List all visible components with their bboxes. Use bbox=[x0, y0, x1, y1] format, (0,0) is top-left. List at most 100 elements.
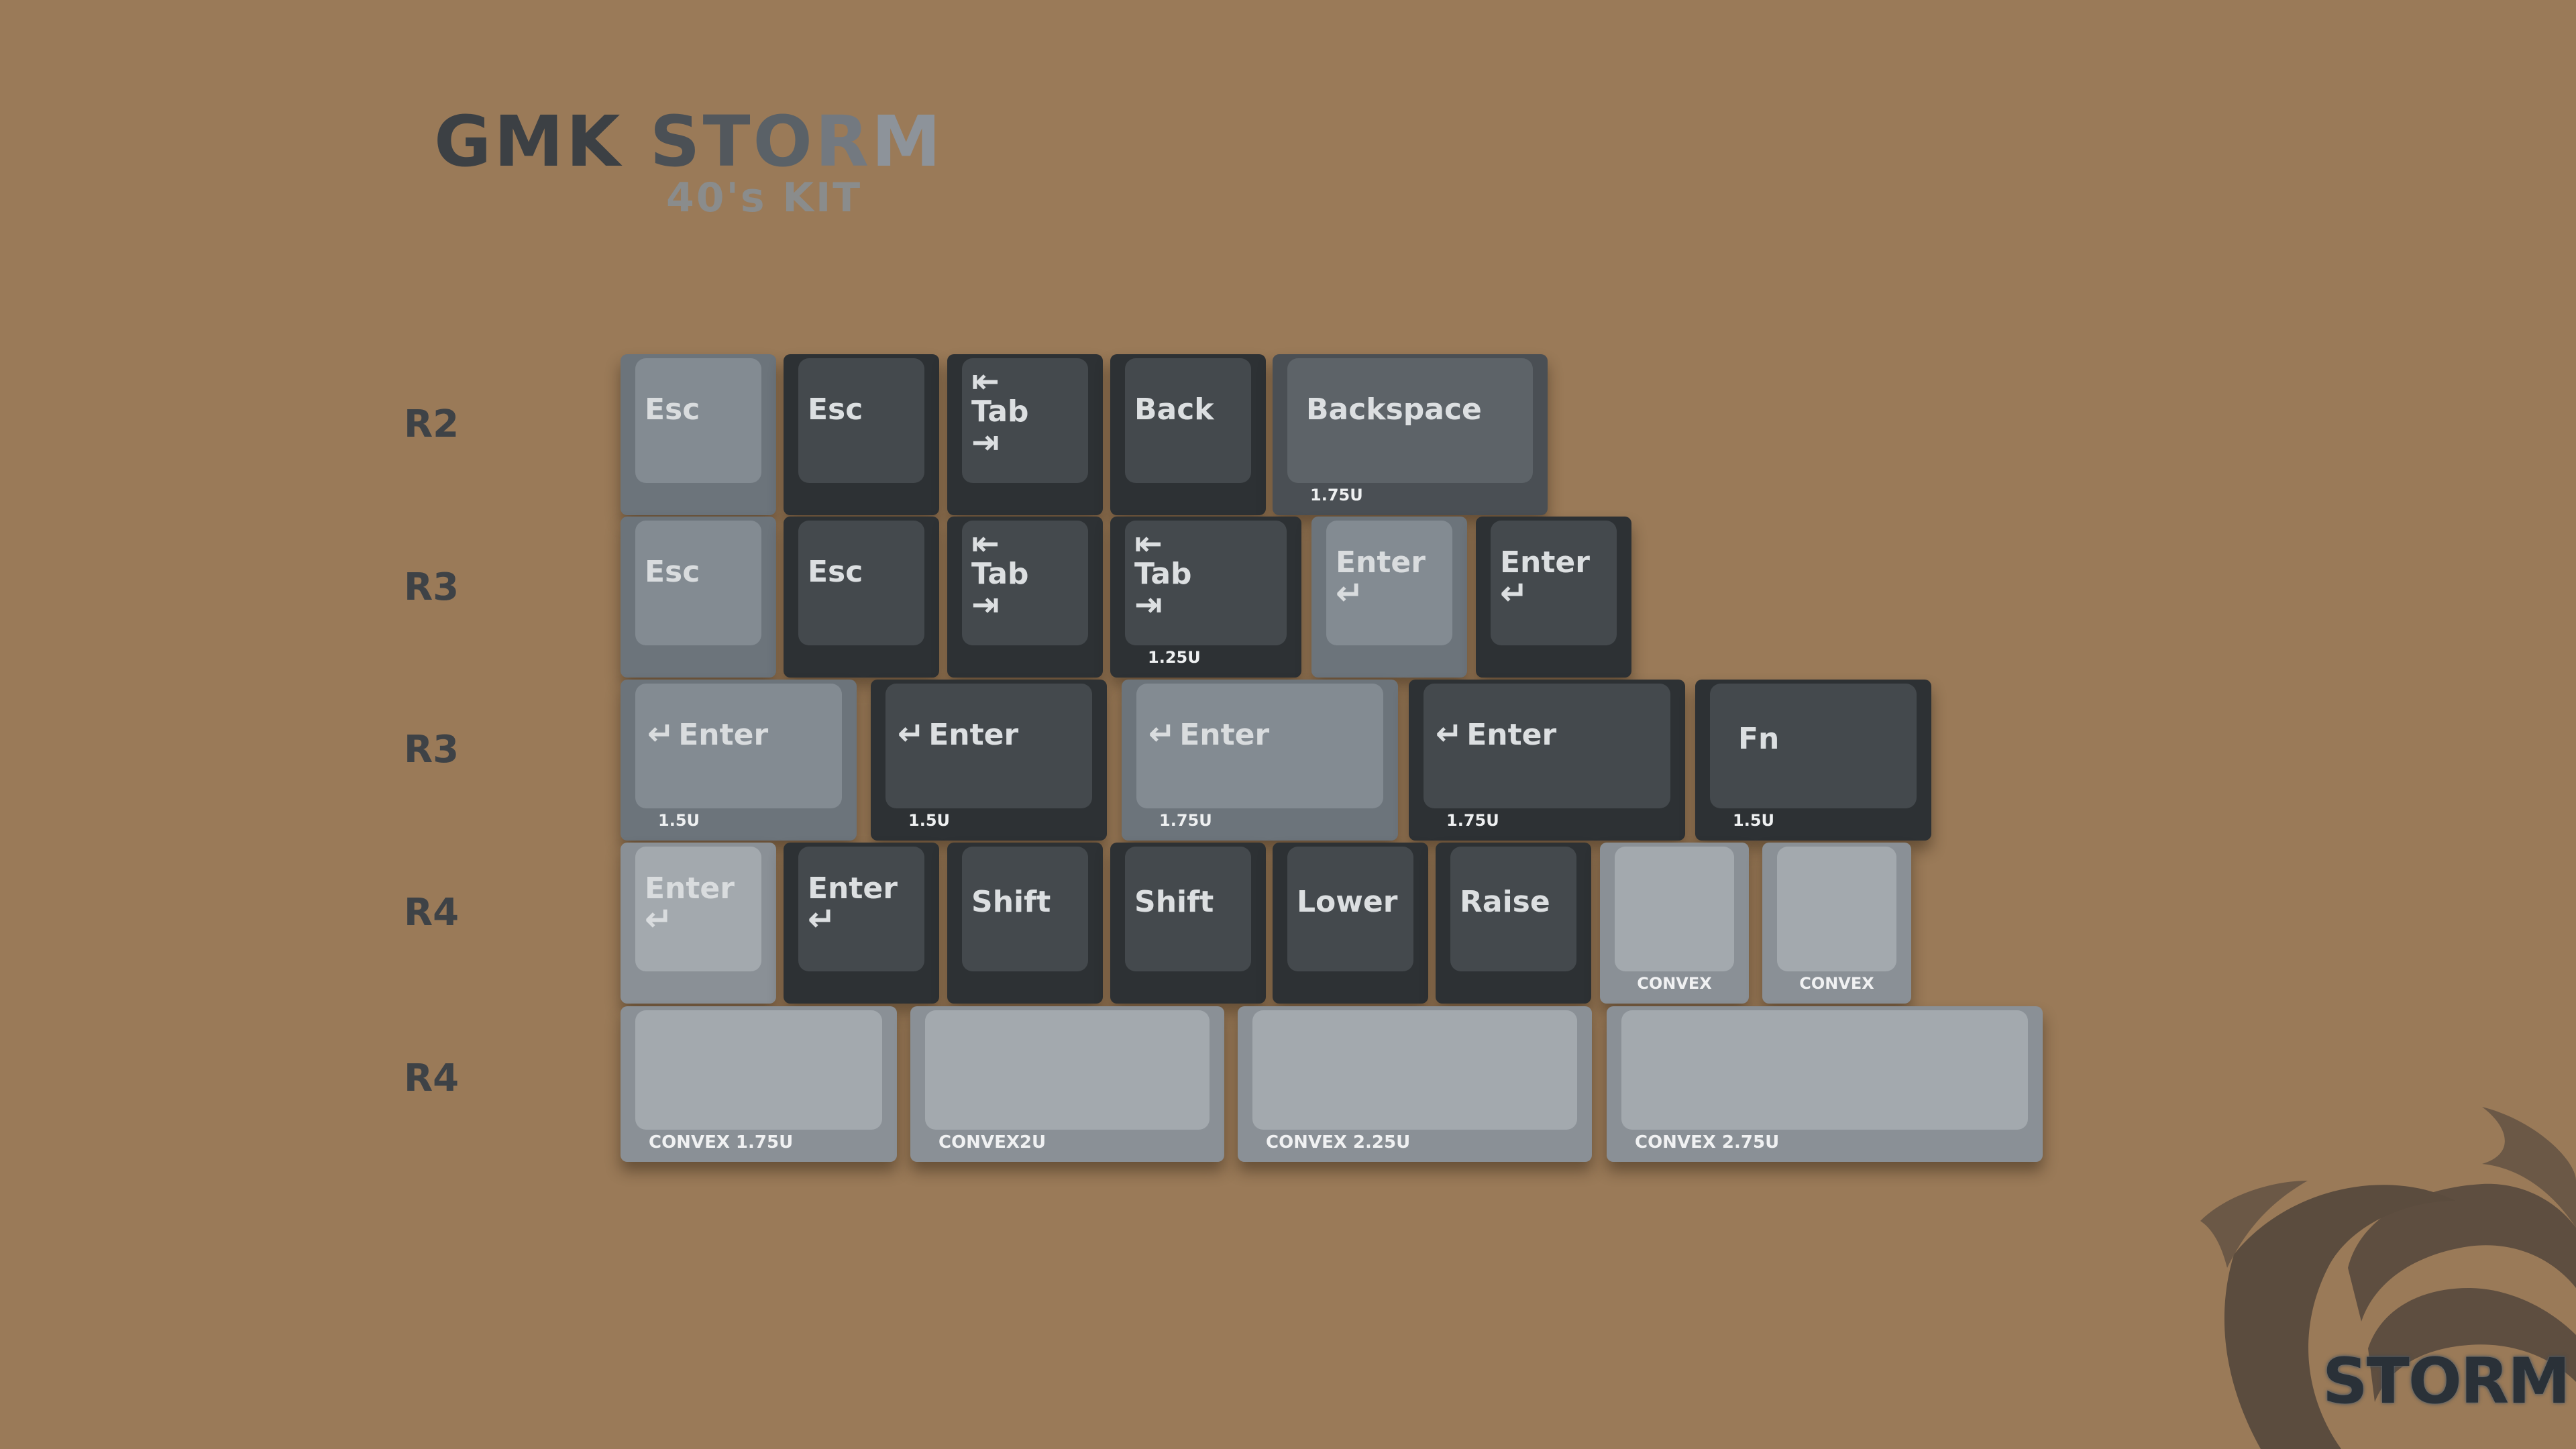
keycap: Enter ↵ bbox=[1311, 517, 1467, 678]
legend-text: Shift bbox=[971, 885, 1051, 919]
legend-text: Esc bbox=[808, 555, 863, 589]
legend-text: Fn bbox=[1738, 722, 1780, 756]
legend-text: Enter bbox=[678, 718, 769, 752]
keycap-legend: Enter ↵ bbox=[1336, 547, 1426, 613]
keycap: CONVEX 2.75U bbox=[1607, 1006, 2043, 1162]
keycap: Back bbox=[1110, 354, 1266, 515]
title-letter: R bbox=[814, 101, 872, 182]
keycap: ↵ Enter 1.75U bbox=[1409, 680, 1685, 841]
tab-right-arrow-icon: ⇥ bbox=[971, 585, 1000, 625]
storm-brand-logo: STORM bbox=[2322, 1345, 2571, 1418]
legend-text: Lower bbox=[1297, 885, 1398, 919]
keycap-legend: Esc bbox=[808, 555, 863, 589]
legend-text: Enter bbox=[1179, 718, 1270, 752]
keycap-legend: Shift bbox=[1134, 885, 1214, 919]
return-arrow-icon: ↵ bbox=[1336, 574, 1364, 613]
keycap: Raise bbox=[1436, 843, 1591, 1004]
keycap-legend: Enter ↵ bbox=[1500, 547, 1590, 613]
keycap: Shift bbox=[947, 843, 1103, 1004]
keycap: ⇤ Tab ⇥ bbox=[947, 517, 1103, 678]
keycap: Shift bbox=[1110, 843, 1266, 1004]
keycap-legend: Lower bbox=[1297, 885, 1398, 919]
return-arrow-icon: ↵ bbox=[647, 715, 675, 753]
keycap-top bbox=[1621, 1010, 2028, 1130]
keycap-top bbox=[1615, 847, 1734, 971]
tab-left-arrow-icon: ⇤ bbox=[1134, 524, 1163, 563]
keycap-size-label: 1.75U bbox=[1159, 811, 1212, 830]
keycap-legend: Enter ↵ bbox=[808, 873, 898, 939]
title-letter: T bbox=[702, 101, 753, 182]
keycap-legend: Esc bbox=[645, 556, 700, 588]
keycap-legend: Esc bbox=[808, 394, 863, 425]
keycap: ↵ Enter 1.75U bbox=[1122, 680, 1398, 841]
keycap-legend: ↵ Enter bbox=[647, 717, 768, 751]
return-arrow-icon: ↵ bbox=[898, 715, 925, 753]
row-label: R3 bbox=[404, 728, 460, 771]
return-arrow-icon: ↵ bbox=[645, 900, 673, 939]
legend-text: Esc bbox=[808, 392, 863, 427]
keycap: Enter ↵ bbox=[784, 843, 939, 1004]
tab-right-arrow-icon: ⇥ bbox=[1134, 585, 1163, 625]
legend-text: Esc bbox=[645, 392, 700, 427]
keycap-size-label: CONVEX bbox=[1799, 974, 1874, 993]
keycap: Esc bbox=[784, 517, 939, 678]
keycap-size-label: 1.75U bbox=[1310, 486, 1363, 504]
title-storm: STORM bbox=[650, 101, 944, 182]
keycap: Esc bbox=[621, 517, 776, 678]
legend-text: Back bbox=[1134, 392, 1214, 427]
keycap: Esc bbox=[621, 354, 776, 515]
keycap: Enter ↵ bbox=[621, 843, 776, 1004]
keycap-top bbox=[635, 1010, 882, 1130]
legend-text: Enter bbox=[928, 718, 1019, 752]
keycap-size-label: CONVEX bbox=[1637, 974, 1712, 993]
row-label: R4 bbox=[404, 891, 460, 934]
keycap: CONVEX bbox=[1762, 843, 1911, 1004]
keycap: CONVEX 2.25U bbox=[1238, 1006, 1592, 1162]
keycap: Backspace 1.75U bbox=[1273, 354, 1548, 515]
keycap: ↵ Enter 1.5U bbox=[621, 680, 857, 841]
keycap: CONVEX2U bbox=[910, 1006, 1224, 1162]
return-arrow-icon: ↵ bbox=[1148, 715, 1176, 753]
tab-left-arrow-icon: ⇤ bbox=[971, 524, 1000, 563]
kit-subtitle: 40's KIT bbox=[666, 174, 863, 221]
keycap-legend: ⇤ Tab ⇥ bbox=[971, 524, 1029, 625]
keycap-size-label: CONVEX 2.25U bbox=[1266, 1132, 1411, 1152]
keycap: CONVEX bbox=[1600, 843, 1749, 1004]
keycap-size-label: CONVEX2U bbox=[938, 1132, 1046, 1152]
keycap-size-label: CONVEX 2.75U bbox=[1635, 1132, 1780, 1152]
keycap-top bbox=[1777, 847, 1896, 971]
keycap-legend: Raise bbox=[1460, 885, 1550, 919]
return-arrow-icon: ↵ bbox=[808, 900, 836, 939]
keycap-top bbox=[925, 1010, 1210, 1130]
keycap-size-label: 1.5U bbox=[908, 811, 951, 830]
keycap-legend: ⇤ Tab ⇥ bbox=[971, 362, 1029, 462]
keycap-legend: ⇤ Tab ⇥ bbox=[1134, 524, 1192, 625]
keycap-size-label: CONVEX 1.75U bbox=[649, 1132, 794, 1152]
legend-text: Shift bbox=[1134, 885, 1214, 919]
keycap: Fn 1.5U bbox=[1695, 680, 1931, 841]
title-letter: M bbox=[871, 101, 944, 182]
keycap: ⇤ Tab ⇥ bbox=[947, 354, 1103, 515]
legend-text: Raise bbox=[1460, 885, 1550, 919]
keycap-legend: ↵ Enter bbox=[898, 717, 1018, 751]
legend-text: Enter bbox=[1466, 718, 1557, 752]
keycap: ⇤ Tab ⇥ 1.25U bbox=[1110, 517, 1301, 678]
title-letter: S bbox=[649, 101, 703, 182]
row-label: R4 bbox=[404, 1057, 460, 1100]
keycap-legend: Backspace bbox=[1306, 394, 1482, 425]
title-letter: O bbox=[753, 101, 815, 182]
keycap-legend: ↵ Enter bbox=[1436, 717, 1556, 751]
keycap: Esc bbox=[784, 354, 939, 515]
return-arrow-icon: ↵ bbox=[1436, 715, 1463, 753]
tab-right-arrow-icon: ⇥ bbox=[971, 423, 1000, 462]
return-arrow-icon: ↵ bbox=[1500, 574, 1528, 613]
row-label: R2 bbox=[404, 402, 460, 446]
keycap-top bbox=[1252, 1010, 1577, 1130]
title-prefix: GMK bbox=[434, 101, 623, 182]
keycap-size-label: 1.25U bbox=[1148, 648, 1201, 667]
keycap-size-label: 1.75U bbox=[1446, 811, 1499, 830]
keycap-legend: Fn bbox=[1738, 722, 1780, 756]
keycap: Lower bbox=[1273, 843, 1428, 1004]
tab-left-arrow-icon: ⇤ bbox=[971, 362, 1000, 400]
keycap-size-label: 1.5U bbox=[1733, 811, 1775, 830]
